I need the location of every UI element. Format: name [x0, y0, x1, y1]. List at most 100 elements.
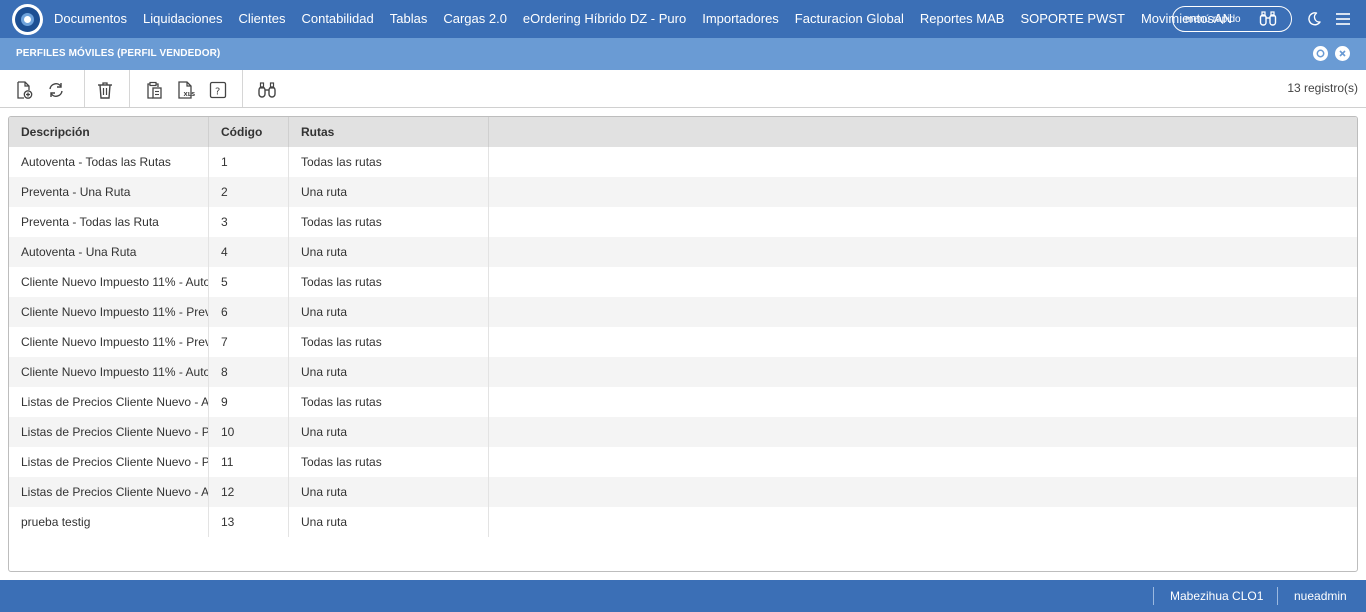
user-label[interactable]: nueadmin	[1294, 580, 1347, 612]
cell-descripcion: prueba testig	[9, 507, 209, 537]
cell-codigo: 6	[209, 297, 289, 327]
column-header-empty	[489, 117, 1357, 147]
moon-icon[interactable]	[1306, 11, 1322, 27]
table-row[interactable]: Listas de Precios Cliente Nuevo - Pre 11 T…	[9, 447, 1357, 477]
cell-codigo: 7	[209, 327, 289, 357]
table-row[interactable]: Listas de Precios Cliente Nuevo - Au 12 Un…	[9, 477, 1357, 507]
menu-item-documentos[interactable]: Documentos	[46, 0, 135, 38]
cell-descripcion: Cliente Nuevo Impuesto 11% - Auto	[9, 357, 209, 387]
cell-rutas: Todas las rutas	[289, 447, 489, 477]
menu-item-soporte-pwst[interactable]: SOPORTE PWST	[1012, 0, 1133, 38]
refresh-button[interactable]	[46, 80, 66, 100]
cell-descripcion: Cliente Nuevo Impuesto 11% - Preve	[9, 297, 209, 327]
menu-item-importadores[interactable]: Importadores	[694, 0, 787, 38]
cell-rutas: Todas las rutas	[289, 147, 489, 177]
hamburger-icon[interactable]	[1335, 12, 1351, 26]
top-navigation: Documentos Liquidaciones Clientes Contab…	[0, 0, 1366, 38]
page-title: PERFILES MÓVILES (PERFIL VENDEDOR)	[16, 48, 221, 59]
cell-codigo: 5	[209, 267, 289, 297]
cell-empty	[489, 327, 1357, 357]
close-icon	[1339, 50, 1346, 57]
circle-icon	[1316, 49, 1325, 58]
export-xls-button[interactable]: XLS	[176, 80, 196, 100]
table-row[interactable]: Cliente Nuevo Impuesto 11% - Preve 6 Una r…	[9, 297, 1357, 327]
cell-rutas: Una ruta	[289, 477, 489, 507]
toolbar: XLS ? 13 registro(s)	[0, 70, 1366, 108]
table-row[interactable]: Cliente Nuevo Impuesto 11% - Preve 7 Todas…	[9, 327, 1357, 357]
toolbar-separator	[84, 70, 85, 107]
help-button[interactable]: ?	[208, 80, 228, 100]
menu-item-reportes-mab[interactable]: Reportes MAB	[912, 0, 1013, 38]
cell-codigo: 4	[209, 237, 289, 267]
copy-button[interactable]	[144, 80, 164, 100]
footer-separator	[1277, 587, 1278, 605]
column-header-rutas[interactable]: Rutas	[289, 117, 489, 147]
maximize-button[interactable]	[1313, 46, 1328, 61]
cell-rutas: Una ruta	[289, 507, 489, 537]
cell-descripcion: Preventa - Todas las Ruta	[9, 207, 209, 237]
cell-rutas: Una ruta	[289, 237, 489, 267]
main-menu: Documentos Liquidaciones Clientes Contab…	[46, 0, 1240, 38]
menu-item-liquidaciones[interactable]: Liquidaciones	[135, 0, 231, 38]
cell-rutas: Una ruta	[289, 177, 489, 207]
grid-header: Descripción Código Rutas	[9, 117, 1357, 147]
menu-item-contabilidad[interactable]: Contabilidad	[293, 0, 381, 38]
cell-empty	[489, 417, 1357, 447]
trash-icon	[98, 82, 112, 99]
menu-item-facturacion-global[interactable]: Facturacion Global	[787, 0, 912, 38]
cell-rutas: Todas las rutas	[289, 327, 489, 357]
table-row[interactable]: prueba testig 13 Una ruta	[9, 507, 1357, 537]
footer-separator	[1153, 587, 1154, 605]
cell-codigo: 8	[209, 357, 289, 387]
column-header-codigo[interactable]: Código	[209, 117, 289, 147]
app-logo[interactable]	[12, 4, 43, 35]
binoculars-icon	[1259, 11, 1277, 26]
cell-rutas: Todas las rutas	[289, 207, 489, 237]
menu-item-eordering[interactable]: eOrdering Híbrido DZ - Puro	[515, 0, 694, 38]
cell-empty	[489, 267, 1357, 297]
cell-descripcion: Preventa - Una Ruta	[9, 177, 209, 207]
cell-descripcion: Cliente Nuevo Impuesto 11% - Preve	[9, 327, 209, 357]
menu-item-clientes[interactable]: Clientes	[231, 0, 294, 38]
cell-descripcion: Autoventa - Una Ruta	[9, 237, 209, 267]
table-row[interactable]: Autoventa - Todas las Rutas 1 Todas las ru…	[9, 147, 1357, 177]
search-button[interactable]	[257, 80, 277, 100]
table-row[interactable]: Cliente Nuevo Impuesto 11% - Auto 8 Una ru…	[9, 357, 1357, 387]
toolbar-separator	[242, 70, 243, 107]
cell-codigo: 9	[209, 387, 289, 417]
cell-codigo: 12	[209, 477, 289, 507]
menu-item-cargas[interactable]: Cargas 2.0	[435, 0, 515, 38]
company-label[interactable]: Mabezihua CLO1	[1170, 580, 1263, 612]
cell-empty	[489, 207, 1357, 237]
cell-empty	[489, 357, 1357, 387]
cell-empty	[489, 447, 1357, 477]
window-titlebar: PERFILES MÓVILES (PERFIL VENDEDOR)	[0, 38, 1366, 70]
cell-descripcion: Autoventa - Todas las Rutas	[9, 147, 209, 177]
cell-descripcion: Cliente Nuevo Impuesto 11% - Auto	[9, 267, 209, 297]
table-row[interactable]: Preventa - Una Ruta 2 Una ruta	[9, 177, 1357, 207]
delete-button[interactable]	[95, 80, 115, 100]
help-icon: ?	[209, 81, 227, 99]
new-record-button[interactable]	[14, 80, 34, 100]
table-row[interactable]: Listas de Precios Cliente Nuevo - Au 9 Tod…	[9, 387, 1357, 417]
binoculars-icon	[258, 82, 276, 98]
menu-item-tablas[interactable]: Tablas	[382, 0, 436, 38]
status-footer: Mabezihua CLO1 nueadmin	[0, 580, 1366, 612]
cell-codigo: 3	[209, 207, 289, 237]
cell-empty	[489, 177, 1357, 207]
record-count: 13 registro(s)	[1287, 81, 1358, 95]
cell-rutas: Una ruta	[289, 417, 489, 447]
data-grid: Descripción Código Rutas Autoventa - Tod…	[8, 116, 1358, 572]
cell-rutas: Una ruta	[289, 357, 489, 387]
table-row[interactable]: Listas de Precios Cliente Nuevo - Pre 10 U…	[9, 417, 1357, 447]
cell-codigo: 1	[209, 147, 289, 177]
quick-menu-button[interactable]: menú rápido	[1172, 6, 1292, 32]
table-row[interactable]: Preventa - Todas las Ruta 3 Todas las ruta…	[9, 207, 1357, 237]
toolbar-separator	[129, 70, 130, 107]
table-row[interactable]: Autoventa - Una Ruta 4 Una ruta	[9, 237, 1357, 267]
close-button[interactable]	[1335, 46, 1350, 61]
clipboard-copy-icon	[147, 81, 162, 99]
table-row[interactable]: Cliente Nuevo Impuesto 11% - Auto 5 Todas …	[9, 267, 1357, 297]
column-header-descripcion[interactable]: Descripción	[9, 117, 209, 147]
cell-rutas: Todas las rutas	[289, 387, 489, 417]
